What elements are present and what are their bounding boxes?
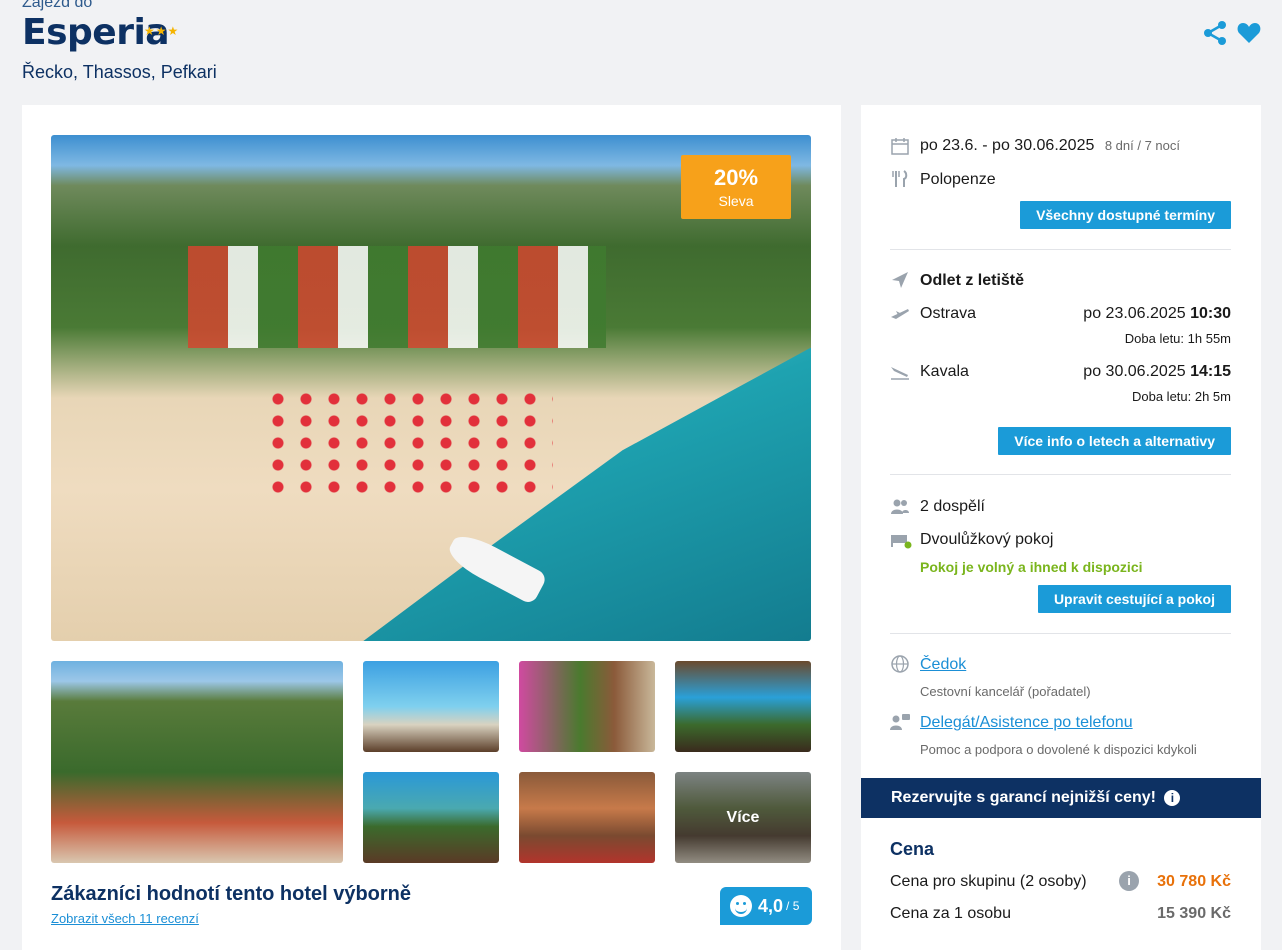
plane-icon <box>890 270 910 290</box>
divider <box>890 249 1231 250</box>
users-icon <box>890 496 910 516</box>
fork-knife-icon <box>890 169 910 189</box>
takeoff-icon <box>890 303 910 323</box>
share-icon[interactable] <box>1202 20 1228 46</box>
agency-link[interactable]: Čedok <box>920 656 966 674</box>
flight-out-time: 10:30 <box>1190 305 1231 322</box>
star-rating: ★★★ <box>144 24 180 38</box>
support-link[interactable]: Delegát/Asistence po telefonu <box>920 714 1133 732</box>
gallery-thumbnail[interactable] <box>675 661 811 752</box>
review-score-badge: 4,0 / 5 <box>720 887 812 925</box>
flight-back-date: po 30.06.2025 <box>1083 363 1186 380</box>
landing-icon <box>890 361 910 381</box>
trip-dates-line: po 23.6. - po 30.06.2025 8 dní / 7 nocí <box>920 137 1180 155</box>
flight-back-datetime: po 30.06.2025 14:15 <box>1083 363 1231 381</box>
flight-out-airport: Ostrava <box>920 305 977 322</box>
price-guarantee-text: Rezervujte s garancí nejnižší ceny! <box>891 789 1156 806</box>
group-price-row: Cena pro skupinu (2 osoby) i 30 780 Kč <box>890 871 1231 891</box>
all-dates-button[interactable]: Všechny dostupné termíny <box>1020 201 1231 229</box>
price-heading: Cena <box>890 839 935 859</box>
booking-card: po 23.6. - po 30.06.2025 8 dní / 7 nocí … <box>861 105 1261 950</box>
main-hotel-photo[interactable]: 20% Sleva <box>51 135 811 641</box>
gallery-thumbnail[interactable] <box>51 661 343 863</box>
price-guarantee-banner: Rezervujte s garancí nejnižší ceny! i <box>861 778 1261 818</box>
flight-out-duration: Doba letu: 1h 55m <box>1124 331 1231 346</box>
flight-back-row: Kavala po 30.06.2025 14:15 Doba letu: 2h… <box>890 361 1231 409</box>
flight-out-datetime: po 23.06.2025 10:30 <box>1083 305 1231 323</box>
group-price-label: Cena pro skupinu (2 osoby) <box>890 873 1087 890</box>
photo-beach-umbrellas <box>263 388 553 500</box>
discount-percent: 20% <box>713 165 759 190</box>
flight-info-button[interactable]: Více info o letech a alternativy <box>998 427 1231 455</box>
gallery-card: 20% Sleva Více Zákazníci hodnotí tento h… <box>22 105 841 950</box>
review-summary-title: Zákazníci hodnotí tento hotel výborně <box>51 883 412 905</box>
edit-travelers-button[interactable]: Upravit cestující a pokoj <box>1037 585 1231 613</box>
room-row: Dvoulůžkový pokoj Pokoj je volný a ihned… <box>890 529 1231 577</box>
price-info-icon[interactable]: i <box>1119 871 1139 891</box>
flight-back-duration: Doba letu: 2h 5m <box>1131 389 1231 404</box>
discount-label: Sleva <box>718 193 754 209</box>
review-score-max: / 5 <box>786 899 800 913</box>
bed-icon <box>890 529 912 549</box>
flight-heading-row: Odlet z letiště <box>890 270 1231 294</box>
gallery-thumbnail[interactable] <box>363 772 499 863</box>
trip-dates: po 23.6. - po 30.06.2025 <box>920 137 1095 154</box>
trip-pre-title: Zájezd do <box>22 0 93 11</box>
hotel-header: Zájezd do Esperia ★★★ Řecko, Thassos, Pe… <box>22 0 1262 100</box>
person-price-row: Cena za 1 osobu 15 390 Kč <box>890 905 1231 923</box>
divider <box>890 633 1231 634</box>
gallery-thumbnail[interactable] <box>363 661 499 752</box>
flight-back-airport: Kavala <box>920 363 969 380</box>
favorite-heart-icon[interactable] <box>1236 20 1262 46</box>
group-price-value: 30 780 Kč <box>1157 873 1231 890</box>
smiley-icon <box>730 895 752 917</box>
agency-row: Čedok Cestovní kancelář (pořadatel) <box>890 654 1231 702</box>
hotel-location: Řecko, Thassos, Pefkari <box>22 62 217 82</box>
trip-dates-row: po 23.6. - po 30.06.2025 8 dní / 7 nocí <box>890 136 1231 160</box>
flight-heading: Odlet z letiště <box>920 272 1025 289</box>
board-row: Polopenze <box>890 169 1231 193</box>
flight-back-time: 14:15 <box>1190 363 1231 380</box>
calendar-icon <box>890 136 910 156</box>
travelers-row: 2 dospělí <box>890 496 1231 520</box>
globe-icon <box>890 654 910 674</box>
gallery-thumbnail[interactable] <box>519 772 655 863</box>
trip-duration: 8 dní / 7 nocí <box>1104 138 1180 153</box>
all-reviews-link[interactable]: Zobrazit všech 11 recenzí <box>51 911 199 926</box>
photo-hotel-roofs <box>187 246 606 348</box>
divider <box>890 474 1231 475</box>
flight-out-row: Ostrava po 23.06.2025 10:30 Doba letu: 1… <box>890 303 1231 351</box>
room-availability: Pokoj je volný a ihned k dispozici <box>920 559 1143 575</box>
person-price-label: Cena za 1 osobu <box>890 905 1011 922</box>
support-agent-icon <box>890 712 910 732</box>
travelers-count: 2 dospělí <box>920 498 985 515</box>
support-description: Pomoc a podpora o dovolené k dispozici k… <box>920 742 1197 757</box>
discount-badge: 20% Sleva <box>681 155 791 219</box>
person-price-value: 15 390 Kč <box>1157 905 1231 922</box>
info-icon[interactable]: i <box>1164 789 1181 806</box>
review-score: 4,0 <box>758 895 784 916</box>
room-type: Dvoulůžkový pokoj <box>920 531 1054 548</box>
support-row: Delegát/Asistence po telefonu Pomoc a po… <box>890 712 1231 760</box>
flight-out-date: po 23.06.2025 <box>1083 305 1186 322</box>
agency-description: Cestovní kancelář (pořadatel) <box>920 684 1091 699</box>
gallery-thumbnail[interactable] <box>519 661 655 752</box>
gallery-more-thumbnail[interactable]: Více <box>675 772 811 863</box>
board-type: Polopenze <box>920 171 996 188</box>
gallery-more-label[interactable]: Více <box>675 772 811 863</box>
